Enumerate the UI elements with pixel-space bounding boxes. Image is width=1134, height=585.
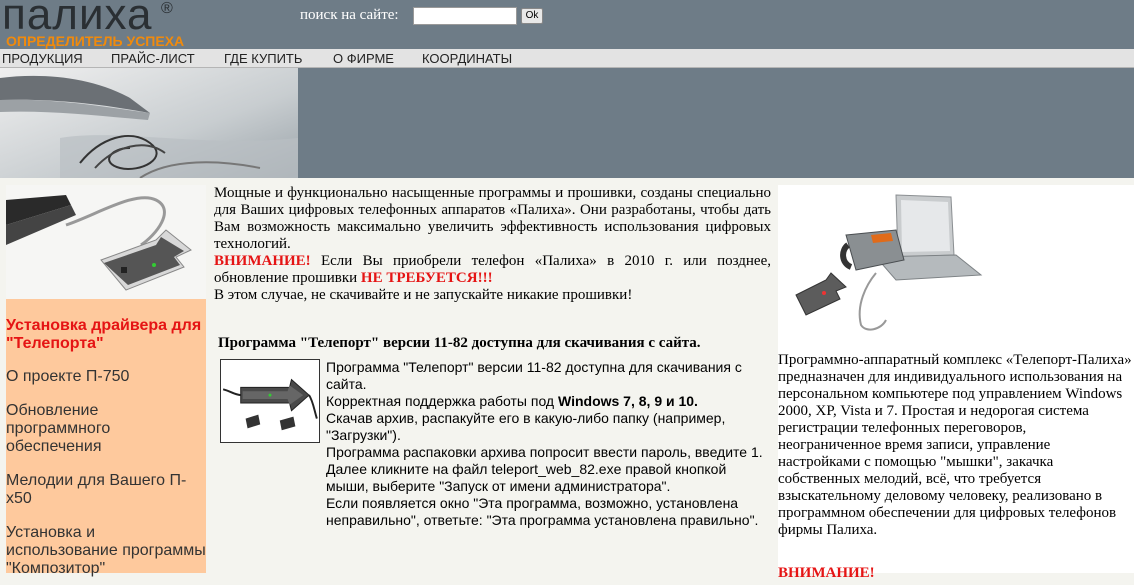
prog-line-2-a: Корректная поддержка работы под <box>326 393 558 409</box>
search-button[interactable]: Ok <box>521 8 543 24</box>
teleport-program-image <box>220 359 320 443</box>
banner-phone-image <box>0 68 298 178</box>
warning-label: ВНИМАНИЕ! <box>214 253 311 269</box>
warning-paragraph: ВНИМАНИЕ! Если Вы приобрели телефон «Пал… <box>214 253 771 287</box>
program-instructions: Программа "Телепорт" версии 11-82 доступ… <box>326 359 771 529</box>
sidebar-item-melodies[interactable]: Мелодии для Вашего П-х50 <box>6 472 206 508</box>
sidebar-item-software-update[interactable]: Обновление программного обеспечения <box>6 402 206 456</box>
nav-item-price-list[interactable]: ПРАЙС-ЛИСТ <box>111 51 195 66</box>
nav-item-where-to-buy[interactable]: ГДЕ КУПИТЬ <box>224 51 302 66</box>
prog-line-6: Если появляется окно "Эта программа, воз… <box>326 495 759 528</box>
main-nav: ПРОДУКЦИЯ ПРАЙС-ЛИСТ ГДЕ КУПИТЬ О ФИРМЕ … <box>0 49 1134 68</box>
registered-mark: ® <box>161 0 173 17</box>
nav-item-products[interactable]: ПРОДУКЦИЯ <box>2 51 83 66</box>
right-warning: ВНИМАНИЕ! <box>778 565 875 581</box>
search-label: поиск на сайте: <box>300 7 399 23</box>
right-sidebar: Программно-аппаратный комплекс «Телепорт… <box>778 185 1134 581</box>
teleport-device-image <box>6 185 206 299</box>
sidebar-item-p750-project[interactable]: О проекте П-750 <box>6 368 206 386</box>
prog-line-5: Далее кликните на файл teleport_web_82.e… <box>326 461 727 494</box>
warning-strong: НЕ ТРЕБУЕТСЯ!!! <box>360 270 493 286</box>
prog-line-3: Скачав архив, распакуйте его в какую-либ… <box>326 410 726 443</box>
program-heading: Программа "Телепорт" версии 11-82 доступ… <box>218 335 701 351</box>
search-input[interactable] <box>413 7 517 25</box>
product-description: Программно-аппаратный комплекс «Телепорт… <box>778 352 1132 538</box>
prog-line-2: Корректная поддержка работы под Windows … <box>326 393 771 410</box>
prog-line-1: Программа "Телепорт" версии 11-82 доступ… <box>326 359 742 392</box>
left-sidebar: Установка драйвера для "Телепорта" О про… <box>6 185 206 577</box>
sidebar-item-teleport-driver[interactable]: Установка драйвера для "Телепорта" <box>6 317 206 353</box>
sidebar-item-composer[interactable]: Установка и использование программы "Ком… <box>6 524 206 578</box>
site-header: палиха ® ОПРЕДЕЛИТЕЛЬ УСПЕХА поиск на са… <box>0 0 1134 49</box>
warning-after: В этом случае, не скачивайте и не запуск… <box>214 287 633 303</box>
prog-line-2-b: Windows 7, 8, 9 и 10. <box>557 393 698 409</box>
nav-item-about[interactable]: О ФИРМЕ <box>333 51 394 66</box>
main-content: Мощные и функционально насыщенные програ… <box>214 185 771 573</box>
nav-item-contacts[interactable]: КООРДИНАТЫ <box>422 51 512 66</box>
intro-paragraph: Мощные и функционально насыщенные програ… <box>214 185 771 252</box>
prog-line-4: Программа распаковки архива попросит вве… <box>326 444 763 460</box>
slogan: ОПРЕДЕЛИТЕЛЬ УСПЕХА <box>6 33 185 49</box>
phone-laptop-image <box>786 185 986 335</box>
